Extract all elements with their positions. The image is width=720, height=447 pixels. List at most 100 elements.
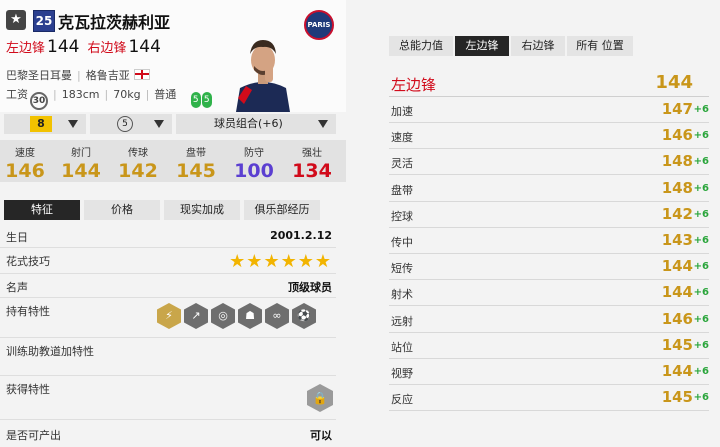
team-color-label: 球员组合(+6) — [214, 117, 283, 130]
pay-label: 工资 — [6, 88, 28, 101]
skill-level-dropdown[interactable]: 5 — [90, 114, 172, 134]
attribute-value: 147 — [661, 100, 693, 118]
left-foot-icon: 5 — [190, 92, 201, 108]
attribute-bonus: +6 — [693, 313, 709, 325]
attribute-name: 加速 — [391, 105, 413, 118]
attribute-value: 144 — [661, 362, 693, 380]
position-1-label: 左边锋 — [6, 41, 46, 56]
main-stats-bar: 速度 146 射门 144 传球 142 盘带 145 防守 100 强壮 134 — [0, 140, 346, 182]
trait-icon[interactable]: ☗ — [238, 303, 262, 329]
star-icon: ★ — [6, 10, 26, 30]
attribute-row: 灵活 148 +6 — [389, 149, 709, 176]
attribute-row: 控球 142 +6 — [389, 202, 709, 228]
main-stat: 盘带 145 — [176, 148, 216, 182]
attribute-name: 短传 — [391, 262, 413, 276]
attribute-name: 传中 — [391, 236, 413, 249]
attribute-name: 视野 — [391, 367, 413, 380]
attribute-name: 盘带 — [391, 183, 413, 197]
attribute-row: 加速 147 +6 — [389, 97, 709, 123]
attribute-bonus: +6 — [693, 261, 709, 273]
player-name: 克瓦拉茨赫利亚 — [58, 13, 171, 32]
attribute-value: 145 — [661, 335, 693, 354]
trait-icon[interactable]: ↗ — [184, 303, 208, 329]
level-dropdown[interactable]: 8 — [4, 114, 86, 134]
detail-row: 花式技巧 ★★★★★★ — [0, 249, 336, 274]
attribute-row: 盘带 148 +6 — [389, 176, 709, 202]
team-color-dropdown[interactable]: 球员组合(+6) — [176, 114, 336, 134]
main-stat: 速度 146 — [5, 148, 45, 182]
attribute-name: 站位 — [391, 340, 413, 354]
club-name: 巴黎圣日耳曼 — [6, 69, 72, 82]
attribute-bonus: +6 — [693, 339, 709, 351]
tab-lw[interactable]: 左边锋 — [455, 36, 509, 56]
attribute-value: 146 — [661, 126, 693, 145]
attribute-value: 148 — [661, 152, 693, 171]
season-badge: 25 — [33, 10, 55, 32]
skill-stars: ★★★★★★ — [229, 251, 332, 272]
tab-club-history[interactable]: 俱乐部经历 — [244, 200, 320, 220]
trait-icon[interactable]: ◎ — [211, 303, 235, 329]
pay-value: 30 — [30, 92, 48, 110]
player-photo — [232, 28, 294, 112]
main-stat: 强壮 134 — [292, 148, 332, 182]
height-value: 183cm — [61, 88, 100, 101]
attribute-name: 控球 — [391, 209, 413, 223]
nation-name: 格鲁吉亚 — [85, 69, 130, 82]
skill-level-value: 5 — [117, 116, 133, 132]
tab-traits[interactable]: 特征 — [4, 200, 80, 220]
position-summary-label: 左边锋 — [391, 76, 437, 94]
attribute-row: 传中 143 +6 — [389, 228, 709, 254]
tab-all-positions[interactable]: 所有 位置 — [567, 36, 633, 56]
player-header: ★ 25 克瓦拉茨赫利亚 PARIS 左边锋 144 右边锋 144 巴黎圣日耳曼 | 格… — [0, 0, 346, 112]
main-stat: 射门 144 — [61, 148, 101, 182]
position-2-label: 右边锋 — [87, 41, 127, 56]
attribute-bonus: +6 — [693, 366, 709, 377]
player-card-panel: ★ 25 克瓦拉茨赫利亚 PARIS 左边锋 144 右边锋 144 巴黎圣日耳曼 | 格… — [0, 0, 346, 447]
club-nation-row: 巴黎圣日耳曼 | 格鲁吉亚 — [6, 67, 150, 83]
tab-real-bonus[interactable]: 现实加成 — [164, 200, 240, 220]
physical-info-row: 工资 30 | 183cm | 70kg | 普通 55 — [6, 86, 212, 110]
tab-rw[interactable]: 右边锋 — [511, 36, 565, 56]
attribute-row: 短传 144 +6 — [389, 254, 709, 281]
tab-price[interactable]: 价格 — [84, 200, 160, 220]
level-value: 8 — [30, 116, 52, 132]
birthday-value: 2001.2.12 — [270, 229, 332, 242]
attribute-value: 148 — [661, 178, 693, 197]
attribute-name: 灵活 — [391, 157, 413, 171]
detail-row: 获得特性 — [0, 377, 336, 420]
detail-row: 训练助教道加特性 — [0, 339, 336, 376]
attribute-row: 射术 144 +6 — [389, 280, 709, 307]
attribute-name: 射术 — [391, 288, 413, 302]
fame-value: 顶级球员 — [288, 281, 332, 294]
attribute-bonus: +6 — [693, 104, 709, 115]
detail-tabs: 特征 价格 现实加成 俱乐部经历 — [4, 200, 320, 220]
attribute-bonus: +6 — [693, 130, 709, 142]
attribute-value: 142 — [661, 204, 693, 223]
attribute-bonus: +6 — [693, 156, 709, 168]
tradable-value: 可以 — [310, 429, 332, 442]
chevron-down-icon — [154, 120, 164, 128]
tab-overall[interactable]: 总能力值 — [389, 36, 453, 56]
attribute-bonus: +6 — [693, 235, 709, 246]
attribute-row: 站位 145 +6 — [389, 333, 709, 359]
trait-icon[interactable]: ⚡ — [157, 303, 181, 329]
attribute-bonus: +6 — [693, 392, 709, 404]
georgia-flag-icon — [133, 69, 150, 80]
trait-icon[interactable]: ⚽ — [292, 303, 316, 329]
traits-list: ⚡ ↗ ◎ ☗ ∞ ⚽ — [154, 303, 316, 329]
position-tabs: 总能力值 左边锋 右边锋 所有 位置 — [389, 36, 633, 56]
attribute-bonus: +6 — [693, 182, 709, 194]
main-stat: 防守 100 — [234, 148, 274, 182]
attribute-row: 速度 146 +6 — [389, 123, 709, 150]
position-ratings: 左边锋 144 右边锋 144 — [6, 37, 169, 57]
detail-row: 生日 2001.2.12 — [0, 225, 336, 248]
attribute-value: 143 — [661, 231, 693, 249]
trait-icon[interactable]: ∞ — [265, 303, 289, 329]
detail-row: 名声 顶级球员 — [0, 275, 336, 298]
attribute-name: 速度 — [391, 131, 413, 145]
position-summary: 左边锋 144 — [389, 70, 709, 97]
right-foot-icon: 5 — [201, 92, 212, 108]
weight-value: 70kg — [113, 88, 141, 101]
attribute-bonus: +6 — [693, 287, 709, 299]
main-stat: 传球 142 — [118, 148, 158, 182]
